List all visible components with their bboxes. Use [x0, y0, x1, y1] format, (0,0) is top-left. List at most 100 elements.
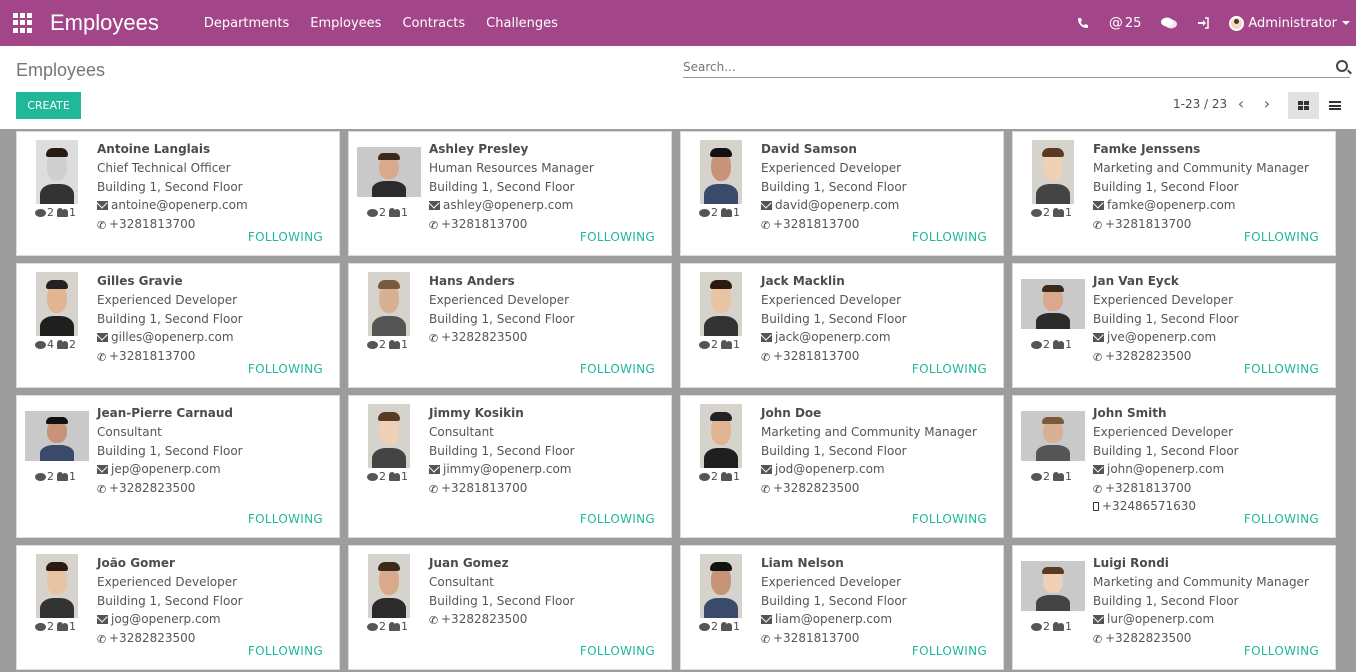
employee-name[interactable]: David Samson — [761, 142, 999, 161]
following-button[interactable]: FOLLOWING — [912, 644, 987, 658]
employee-email: antoine@openerp.com — [111, 198, 248, 212]
following-button[interactable]: FOLLOWING — [580, 230, 655, 244]
following-button[interactable]: FOLLOWING — [1244, 644, 1319, 658]
employee-phone: +3281813700 — [441, 480, 528, 495]
employee-name[interactable]: Jimmy Kosikin — [429, 406, 667, 425]
employee-email: john@openerp.com — [1107, 462, 1225, 476]
employee-info: Liam Nelson Experienced Developer Building… — [761, 556, 999, 649]
employee-card[interactable]: 2 1 Ashley Presley Human Resources Manager B… — [348, 131, 672, 256]
app-switcher-icon[interactable] — [13, 13, 33, 33]
phone-icon: ✆ — [429, 614, 439, 627]
following-button[interactable]: FOLLOWING — [580, 644, 655, 658]
employee-location: Building 1, Second Floor — [761, 179, 907, 194]
employee-name[interactable]: John Smith — [1093, 406, 1331, 425]
employee-card[interactable]: 4 2 Gilles Gravie Experienced Developer Buil… — [16, 263, 340, 388]
employee-card[interactable]: 2 1 Liam Nelson Experienced Developer Buildi… — [680, 545, 1004, 670]
employee-card[interactable]: 2 1 João Gomer Experienced Developer Buildin… — [16, 545, 340, 670]
mentions-counter[interactable]: @ 25 — [1109, 15, 1142, 31]
employee-job: Consultant — [429, 575, 494, 589]
phone-icon[interactable] — [1077, 17, 1089, 29]
employee-photo[interactable] — [689, 404, 753, 468]
employee-image — [1021, 411, 1085, 461]
following-button[interactable]: FOLLOWING — [248, 512, 323, 526]
employee-name[interactable]: Hans Anders — [429, 274, 667, 293]
employee-name[interactable]: Jan Van Eyck — [1093, 274, 1331, 293]
employee-location: Building 1, Second Floor — [429, 311, 575, 326]
employee-photo[interactable] — [25, 272, 89, 336]
employee-name[interactable]: Antoine Langlais — [97, 142, 335, 161]
kanban-view-button[interactable] — [1288, 92, 1319, 119]
sign-in-icon[interactable] — [1197, 17, 1210, 29]
employee-card[interactable]: 2 1 Jean-Pierre Carnaud Consultant Building … — [16, 395, 340, 538]
employee-photo[interactable] — [689, 272, 753, 336]
menu-employees[interactable]: Employees — [310, 16, 381, 31]
users-icon — [1053, 208, 1064, 217]
following-button[interactable]: FOLLOWING — [248, 230, 323, 244]
employee-card[interactable]: 2 1 John Smith Experienced Developer Buildin… — [1012, 395, 1336, 538]
user-menu[interactable]: Administrator — [1229, 15, 1350, 31]
following-button[interactable]: FOLLOWING — [1244, 512, 1319, 526]
search-input[interactable] — [683, 56, 1323, 74]
employee-photo[interactable] — [25, 140, 89, 204]
employee-location: Building 1, Second Floor — [761, 443, 907, 458]
employee-name[interactable]: Liam Nelson — [761, 556, 999, 575]
following-button[interactable]: FOLLOWING — [912, 512, 987, 526]
employee-photo[interactable] — [357, 272, 421, 336]
employee-photo[interactable] — [1021, 272, 1085, 336]
employee-name[interactable]: Juan Gomez — [429, 556, 667, 575]
following-button[interactable]: FOLLOWING — [912, 362, 987, 376]
create-button[interactable]: CREATE — [16, 92, 81, 119]
employee-card[interactable]: 2 1 David Samson Experienced Developer Build… — [680, 131, 1004, 256]
following-button[interactable]: FOLLOWING — [580, 512, 655, 526]
employee-card[interactable]: 2 1 Famke Jenssens Marketing and Community … — [1012, 131, 1336, 256]
employee-name[interactable]: Famke Jenssens — [1093, 142, 1331, 161]
employee-card[interactable]: 2 1 Hans Anders Experienced Developer Buildi… — [348, 263, 672, 388]
search-icon[interactable] — [1336, 60, 1348, 72]
employee-photo[interactable] — [1021, 554, 1085, 618]
employee-card[interactable]: 2 1 Jan Van Eyck Experienced Developer Build… — [1012, 263, 1336, 388]
employee-photo[interactable] — [357, 554, 421, 618]
employee-name[interactable]: João Gomer — [97, 556, 335, 575]
message-count: 4 — [47, 338, 54, 351]
employee-card[interactable]: 2 1 Juan Gomez Consultant Building 1, Second… — [348, 545, 672, 670]
following-button[interactable]: FOLLOWING — [912, 230, 987, 244]
employee-photo[interactable] — [357, 140, 421, 204]
employee-location-line: Building 1, Second Floor — [1093, 444, 1331, 463]
chevron-left-icon[interactable]: ‹ — [1233, 96, 1249, 113]
following-button[interactable]: FOLLOWING — [1244, 230, 1319, 244]
employee-card[interactable]: 2 1 John Doe Marketing and Community Manage… — [680, 395, 1004, 538]
employee-photo[interactable] — [1021, 404, 1085, 468]
chat-icon[interactable] — [1161, 17, 1178, 29]
following-button[interactable]: FOLLOWING — [248, 644, 323, 658]
menu-challenges[interactable]: Challenges — [486, 16, 558, 31]
following-button[interactable]: FOLLOWING — [580, 362, 655, 376]
list-view-button[interactable] — [1319, 92, 1350, 119]
employee-card[interactable]: 2 1 Luigi Rondi Marketing and Community Man… — [1012, 545, 1336, 670]
employee-photo[interactable] — [25, 554, 89, 618]
employee-image — [700, 140, 742, 204]
employee-name[interactable]: Ashley Presley — [429, 142, 667, 161]
employee-photo[interactable] — [1021, 140, 1085, 204]
main-navbar: Employees Departments Employees Contract… — [0, 0, 1356, 46]
employee-photo[interactable] — [25, 404, 89, 468]
employee-name[interactable]: John Doe — [761, 406, 999, 425]
employee-name[interactable]: Gilles Gravie — [97, 274, 335, 293]
employee-name[interactable]: Jack Macklin — [761, 274, 999, 293]
employee-name[interactable]: Luigi Rondi — [1093, 556, 1331, 575]
employee-image — [36, 554, 78, 618]
menu-contracts[interactable]: Contracts — [402, 16, 465, 31]
employee-name[interactable]: Jean-Pierre Carnaud — [97, 406, 335, 425]
following-button[interactable]: FOLLOWING — [248, 362, 323, 376]
employee-photo[interactable] — [689, 554, 753, 618]
employee-card[interactable]: 2 1 Jack Macklin Experienced Developer Build… — [680, 263, 1004, 388]
employee-card[interactable]: 2 1 Antoine Langlais Chief Technical Office… — [16, 131, 340, 256]
pager-value[interactable]: 1-23 / 23 — [1173, 97, 1227, 111]
employee-photo[interactable] — [357, 404, 421, 468]
comments-icon — [35, 623, 46, 631]
employee-card[interactable]: 2 1 Jimmy Kosikin Consultant Building 1, Sec… — [348, 395, 672, 538]
employee-photo[interactable] — [689, 140, 753, 204]
kanban-view: 2 1 Antoine Langlais Chief Technical Office… — [0, 129, 1356, 672]
following-button[interactable]: FOLLOWING — [1244, 362, 1319, 376]
menu-departments[interactable]: Departments — [204, 16, 289, 31]
chevron-right-icon[interactable]: › — [1259, 96, 1275, 113]
